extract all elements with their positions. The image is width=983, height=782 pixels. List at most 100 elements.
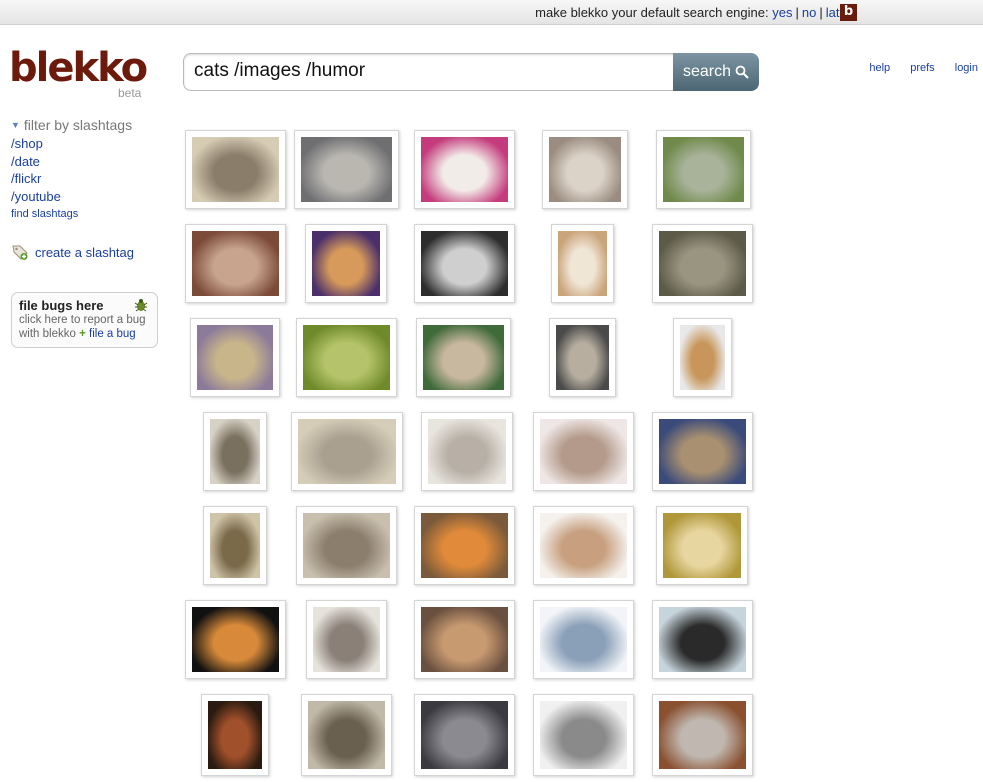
image-result-thumbnail[interactable]: [301, 694, 392, 776]
search-button-label: search: [682, 63, 732, 80]
image-result-thumbnail[interactable]: [673, 318, 732, 397]
cat-photo-image: [313, 607, 380, 672]
image-result-thumbnail[interactable]: [190, 318, 280, 397]
image-result-thumbnail[interactable]: [416, 318, 511, 397]
find-slashtags-link[interactable]: find slashtags: [11, 208, 171, 220]
bug-icon: [134, 299, 148, 312]
image-result-thumbnail[interactable]: [656, 506, 748, 585]
image-result-thumbnail[interactable]: [305, 224, 387, 303]
file-a-bug-link[interactable]: file a bug: [89, 328, 136, 340]
sidebar: ▼ filter by slashtags /shop /date /flick…: [11, 117, 171, 261]
image-result-thumbnail[interactable]: [421, 412, 513, 491]
image-result-thumbnail[interactable]: [551, 224, 614, 303]
search-box: [183, 53, 674, 91]
default-yes-link[interactable]: yes: [772, 5, 792, 20]
default-search-text: make blekko your default search engine:: [535, 5, 769, 20]
cat-photo-image: [312, 231, 380, 296]
image-result-thumbnail[interactable]: [414, 130, 515, 209]
default-search-bar: make blekko your default search engine: …: [0, 0, 983, 25]
cat-photo-image: [192, 231, 279, 296]
image-result-thumbnail[interactable]: [533, 694, 634, 776]
image-result-thumbnail[interactable]: [185, 224, 286, 303]
image-result-thumbnail[interactable]: [185, 600, 286, 679]
cat-photo-image: [298, 419, 396, 484]
cat-photo-image: [663, 137, 744, 202]
cat-photo-image: [421, 701, 508, 769]
image-result-thumbnail[interactable]: [652, 600, 753, 679]
image-result-thumbnail[interactable]: [533, 412, 634, 491]
cat-photo-image: [192, 137, 279, 202]
image-result-thumbnail[interactable]: [306, 600, 387, 679]
create-slashtag-link[interactable]: create a slashtag: [35, 245, 134, 260]
file-bugs-title: file bugs here: [19, 298, 104, 313]
image-result-thumbnail[interactable]: [652, 694, 753, 776]
image-result-thumbnail[interactable]: [414, 506, 515, 585]
image-result-thumbnail[interactable]: [185, 130, 286, 209]
slashtag-list: /shop /date /flickr /youtube: [11, 135, 171, 205]
filter-slashtags-label: filter by slashtags: [23, 117, 133, 133]
slashtag-shop[interactable]: /shop: [11, 135, 171, 153]
cat-photo-image: [540, 513, 627, 578]
tag-add-icon: [12, 245, 28, 260]
search-button[interactable]: search: [673, 53, 759, 91]
file-bugs-desc-2-text: with blekko: [19, 328, 76, 340]
login-link[interactable]: login: [955, 62, 978, 74]
cat-photo-image: [540, 419, 627, 484]
file-bugs-box[interactable]: file bugs here click here to report a bu…: [11, 292, 158, 348]
filter-slashtags-toggle[interactable]: ▼ filter by slashtags: [11, 117, 171, 133]
image-result-thumbnail[interactable]: [652, 412, 753, 491]
cat-photo-image: [210, 513, 260, 578]
image-result-thumbnail[interactable]: [414, 600, 515, 679]
image-result-thumbnail[interactable]: [414, 224, 515, 303]
cat-photo-image: [558, 231, 607, 296]
default-no-link[interactable]: no: [802, 5, 816, 20]
cat-photo-image: [421, 137, 508, 202]
image-result-thumbnail[interactable]: [652, 224, 753, 303]
cat-photo-image: [540, 701, 627, 769]
image-result-thumbnail[interactable]: [542, 130, 628, 209]
prefs-link[interactable]: prefs: [910, 62, 934, 74]
cat-photo-image: [659, 607, 746, 672]
cat-photo-image: [428, 419, 506, 484]
account-links: help prefs login: [852, 62, 978, 74]
image-result-thumbnail[interactable]: [296, 506, 397, 585]
cat-photo-image: [210, 419, 260, 484]
cat-photo-image: [423, 325, 504, 390]
image-result-thumbnail[interactable]: [533, 600, 634, 679]
create-slashtag[interactable]: create a slashtag: [11, 243, 171, 261]
slashtag-date[interactable]: /date: [11, 153, 171, 171]
slashtag-youtube[interactable]: /youtube: [11, 188, 171, 206]
image-result-thumbnail[interactable]: [291, 412, 403, 491]
blekko-b-icon: b: [840, 4, 857, 21]
image-result-thumbnail[interactable]: [294, 130, 399, 209]
image-result-thumbnail[interactable]: [533, 506, 634, 585]
image-result-thumbnail[interactable]: [414, 694, 515, 776]
image-result-thumbnail[interactable]: [201, 694, 269, 776]
image-result-thumbnail[interactable]: [203, 412, 267, 491]
cat-photo-image: [301, 137, 392, 202]
cat-photo-image: [659, 419, 746, 484]
search-input[interactable]: [184, 54, 664, 88]
separator: |: [819, 5, 823, 20]
slashtag-flickr[interactable]: /flickr: [11, 170, 171, 188]
cat-photo-image: [549, 137, 621, 202]
cat-photo-image: [421, 607, 508, 672]
triangle-down-icon: ▼: [11, 120, 20, 130]
cat-photo-image: [197, 325, 273, 390]
beta-label: beta: [118, 86, 142, 100]
cat-photo-image: [208, 701, 262, 769]
cat-photo-image: [556, 325, 609, 390]
help-link[interactable]: help: [869, 62, 890, 74]
image-result-thumbnail[interactable]: [656, 130, 751, 209]
cat-photo-image: [303, 513, 390, 578]
blekko-logo[interactable]: blekko: [9, 46, 148, 90]
image-result-thumbnail[interactable]: [549, 318, 616, 397]
cat-photo-image: [659, 231, 746, 296]
cat-photo-image: [192, 607, 279, 672]
image-result-thumbnail[interactable]: [203, 506, 267, 585]
cat-photo-image: [421, 513, 508, 578]
magnifier-icon: [735, 65, 749, 79]
image-result-thumbnail[interactable]: [296, 318, 397, 397]
file-bugs-desc-2: with blekko + file a bug: [19, 327, 150, 341]
cat-photo-image: [659, 701, 746, 769]
